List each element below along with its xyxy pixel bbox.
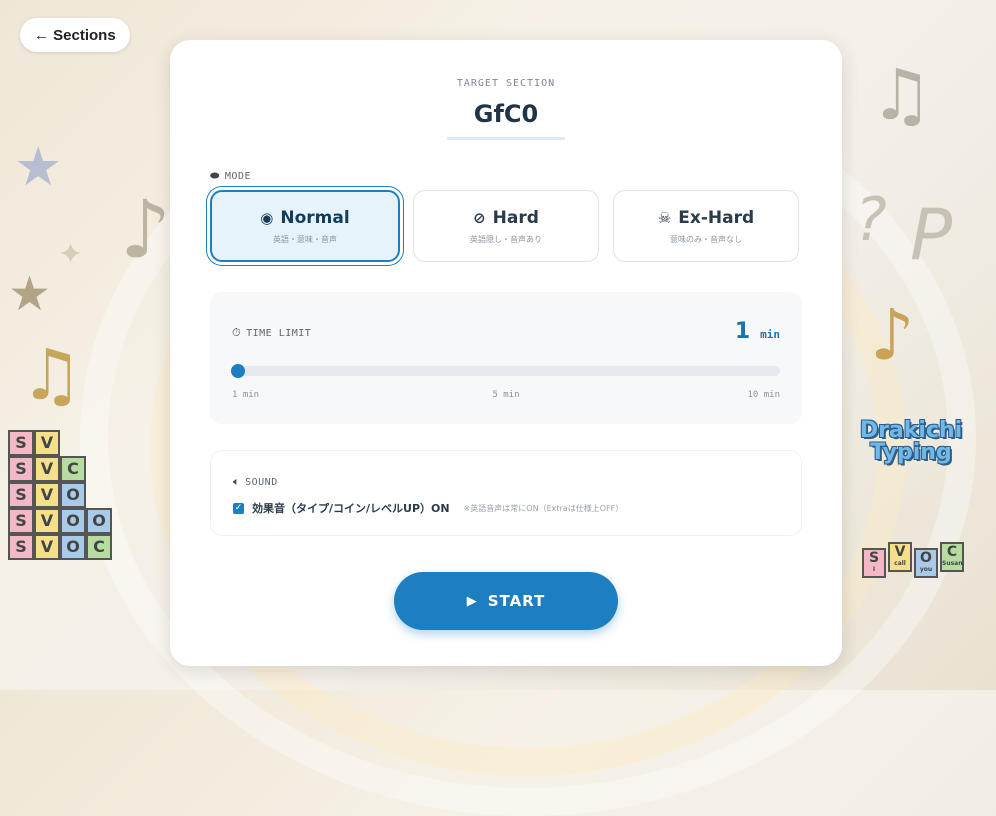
mode-selector: ◉ Normal 英語・意味・音声 ⊘ Hard 英語隠し・音声あり ☠ Ex-… — [210, 190, 802, 264]
letter-block: O — [60, 482, 86, 508]
slider-thumb[interactable] — [231, 364, 245, 378]
letter-block: C — [60, 456, 86, 482]
letter-block-caption: you — [919, 566, 933, 573]
sound-label-text: SOUND — [245, 476, 278, 488]
letter-block: S — [8, 430, 34, 456]
music-note-decoration: ♪ — [120, 183, 172, 276]
mode-normal-title: Normal — [280, 207, 350, 228]
target-underline-divider — [447, 137, 565, 140]
skull-icon: ☠ — [657, 208, 672, 227]
eye-icon: ◉ — [260, 208, 274, 227]
time-limit-label: ⏱ TIME LIMIT — [232, 326, 311, 340]
tick-min-label: 1 min — [232, 390, 260, 400]
mode-exhard-subtitle: 意味のみ・音声なし — [670, 234, 742, 244]
music-note-decoration: ♫ — [870, 54, 933, 136]
sound-label: 🔈︎ SOUND — [233, 475, 278, 489]
back-button-label: ← Sections — [34, 26, 116, 44]
letter-block: V — [34, 534, 60, 560]
stopwatch-icon: ⏱ — [232, 326, 242, 339]
script-p-decoration: P — [910, 194, 953, 276]
letter-block: Oyou — [914, 548, 938, 578]
mode-normal-title-row: ◉ Normal — [260, 208, 349, 228]
letter-block: O — [60, 534, 86, 560]
music-note-decoration: ♫ — [20, 334, 83, 416]
mode-exhard-title-row: ☠ Ex-Hard — [658, 208, 754, 228]
letter-block: S — [8, 456, 34, 482]
settings-card: TARGET SECTION GfC0 ⬬ MODE ◉ Normal 英語・意… — [170, 40, 842, 666]
mode-hard-subtitle: 英語隠し・音声あり — [470, 234, 542, 244]
eye-slash-icon: ⊘ — [473, 208, 486, 227]
letter-block: SI — [862, 548, 886, 578]
sound-panel: 🔈︎ SOUND ✓ 効果音（タイプ/コイン/レベルUP）ON ※英語音声は常に… — [210, 450, 802, 536]
time-limit-value-display: 1 min — [735, 319, 780, 344]
letter-block: V — [34, 430, 60, 456]
back-to-sections-button[interactable]: ← Sections — [20, 18, 130, 52]
letter-block: C — [86, 534, 112, 560]
sound-effects-option[interactable]: ✓ 効果音（タイプ/コイン/レベルUP）ON ※英語音声は常にON（Extraは… — [233, 500, 623, 516]
letter-block-caption: call — [894, 560, 906, 567]
letter-block: O — [86, 508, 112, 534]
mode-normal-subtitle: 英語・意味・音声 — [273, 234, 337, 244]
mode-section-label: ⬬ MODE — [210, 169, 251, 183]
time-limit-panel: ⏱ TIME LIMIT 1 min 1 min 5 min 10 min — [210, 292, 802, 424]
time-limit-value: 1 — [734, 319, 751, 344]
play-icon: ▶ — [466, 593, 478, 609]
speaker-icon: 🔈︎ — [233, 475, 241, 488]
letter-block: S — [8, 534, 34, 560]
time-limit-slider[interactable] — [231, 364, 780, 378]
tick-mid-label: 5 min — [492, 390, 520, 400]
letter-block: Vcall — [888, 542, 912, 572]
target-section-label: TARGET SECTION — [456, 78, 556, 89]
toggle-icon: ⬬ — [210, 169, 220, 182]
letter-block: S — [8, 508, 34, 534]
logo-line-2: Typing — [870, 440, 952, 465]
tick-max-label: 10 min — [747, 390, 780, 400]
sound-effects-label: 効果音（タイプ/コイン/レベルUP）ON — [252, 502, 450, 515]
logo-line-1: Drakichi — [859, 418, 963, 443]
mode-hard-title: Hard — [492, 207, 539, 228]
sound-effects-checkbox[interactable]: ✓ — [233, 502, 244, 514]
star-decoration: ✦ — [58, 237, 84, 272]
letter-block: V — [34, 456, 60, 482]
start-button-label: START — [487, 592, 546, 610]
question-mark-decoration: ? — [855, 185, 887, 255]
letter-block: S — [8, 482, 34, 508]
mode-label-text: MODE — [224, 170, 251, 182]
mode-exhard-button[interactable]: ☠ Ex-Hard 意味のみ・音声なし — [613, 190, 799, 262]
letter-block-caption: Susan — [942, 560, 963, 567]
mode-hard-title-row: ⊘ Hard — [473, 208, 539, 228]
start-button[interactable]: ▶ START — [394, 572, 618, 630]
target-section-name: GfC0 — [473, 100, 539, 128]
mode-exhard-title: Ex-Hard — [678, 207, 755, 228]
star-decoration: ★ — [14, 135, 63, 198]
music-note-decoration: ♪ — [870, 294, 915, 376]
time-limit-unit: min — [760, 328, 780, 341]
letter-block: V — [34, 482, 60, 508]
mode-normal-button[interactable]: ◉ Normal 英語・意味・音声 — [210, 190, 400, 262]
star-decoration: ★ — [8, 266, 52, 322]
letter-block: V — [34, 508, 60, 534]
sound-note: ※英語音声は常にON（Extraは仕様上OFF） — [463, 503, 624, 513]
drakichi-typing-logo: Drakichi Typing — [846, 420, 976, 464]
letter-block: C Susan — [940, 542, 964, 572]
letter-block-caption: I — [872, 566, 876, 573]
mode-hard-button[interactable]: ⊘ Hard 英語隠し・音声あり — [413, 190, 599, 262]
letter-block: O — [60, 508, 86, 534]
time-limit-label-text: TIME LIMIT — [246, 327, 312, 339]
